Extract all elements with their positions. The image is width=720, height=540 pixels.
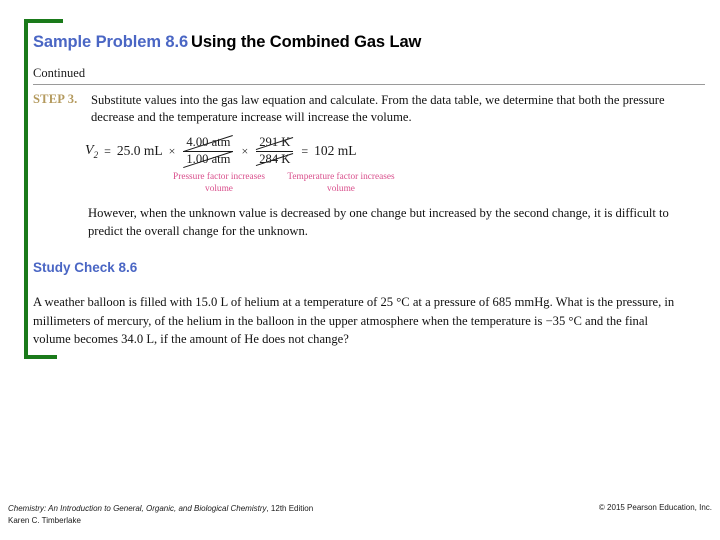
continued-label: Continued [33,66,86,80]
equation-row: V2 = 25.0 mL × 4.00 atm 1.00 atm × 291 K… [85,134,415,168]
equation-times-1: × [168,143,176,158]
footer-book-line: Chemistry: An Introduction to General, O… [8,503,313,515]
footer-edition: , 12th Edition [266,504,314,513]
pressure-denominator: 1.00 atm [183,152,233,166]
step-label: STEP 3. [33,92,78,106]
temperature-numerator: 291 K [256,136,293,149]
page-title-rest: Using the Combined Gas Law [191,33,422,51]
green-accent-bar-bottom [24,355,57,359]
equation-times-2: × [241,143,249,158]
page-title: Sample Problem 8.6 Using the Combined Gas… [33,33,421,52]
study-check-heading: Study Check 8.6 [33,260,138,275]
pressure-factor-fraction: 4.00 atm 1.00 atm [183,136,234,166]
pressure-factor-annotation: Pressure factor increases volume [173,172,265,194]
pressure-numerator: 4.00 atm [183,136,233,149]
equation-variable: V2 [85,143,99,160]
combined-gas-law-equation: V2 = 25.0 mL × 4.00 atm 1.00 atm × 291 K… [85,134,415,196]
footer-copyright: © 2015 Pearson Education, Inc. [598,503,712,512]
temperature-denominator: 284 K [256,152,293,166]
study-check-body: A weather balloon is filled with 15.0 L … [33,295,675,346]
temperature-factor-fraction: 291 K 284 K [256,136,294,166]
header-divider [33,84,705,85]
equation-variable-subscript: 2 [93,149,99,160]
page-title-accent: Sample Problem 8.6 [33,33,189,51]
green-accent-bar-top [24,19,63,23]
green-accent-bar-left [24,19,28,359]
temperature-factor-annotation: Temperature factor increases volume [287,172,395,194]
equation-equals-1: = [104,143,111,158]
equation-variable-symbol: V [85,142,94,158]
step-text: Substitute values into the gas law equat… [91,93,665,124]
equation-annotations: Pressure factor increases volume Tempera… [165,172,415,195]
footer-author: Karen C. Timberlake [8,515,81,525]
footer-book-title: Chemistry: An Introduction to General, O… [8,504,267,513]
however-paragraph: However, when the unknown value is decre… [88,206,669,238]
footer-citation: Chemistry: An Introduction to General, O… [8,503,313,526]
equation-equals-2: = [301,143,309,158]
equation-initial-volume: 25.0 mL [116,143,163,158]
equation-result: 102 mL [314,143,357,158]
